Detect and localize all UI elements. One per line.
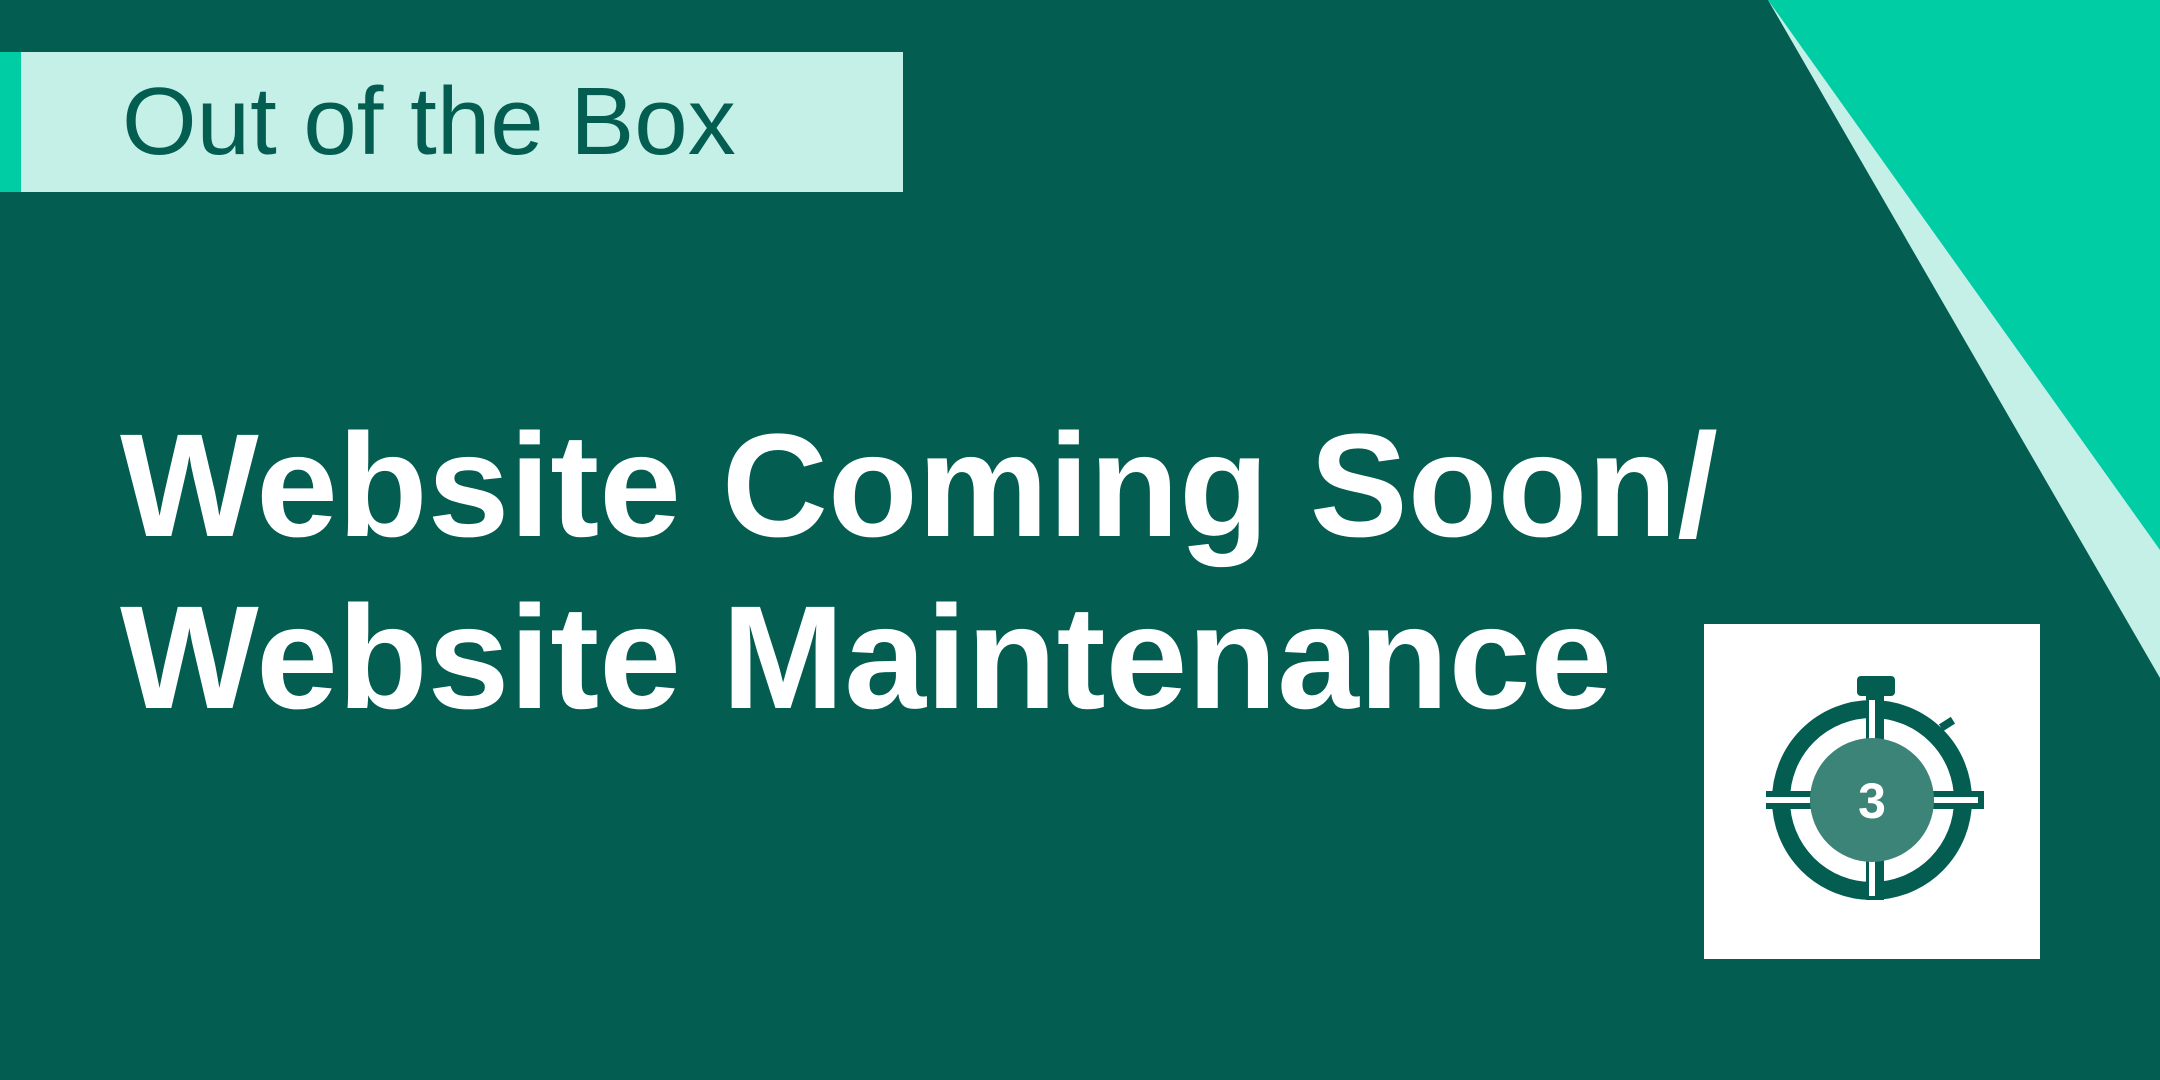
headline-line-1: Website Coming Soon/ xyxy=(120,404,1718,568)
category-tag: Out of the Box xyxy=(0,52,903,192)
timer-card: 3 xyxy=(1704,624,2040,959)
category-tag-label: Out of the Box xyxy=(122,68,736,175)
stopwatch-crosshair-icon: 3 xyxy=(1766,676,1984,900)
stopwatch-number: 3 xyxy=(1858,773,1886,829)
headline: Website Coming Soon/ Website Maintenance xyxy=(120,400,1718,744)
headline-line-2: Website Maintenance xyxy=(120,576,1613,740)
